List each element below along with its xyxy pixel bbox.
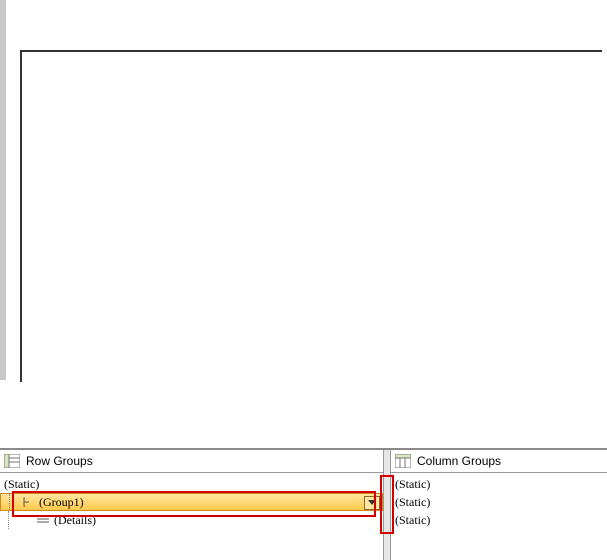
column-group-static-2[interactable]: (Static) <box>391 493 607 511</box>
groups-pane: Row Groups (Static) (Group1) (Details) <box>0 448 607 560</box>
row-groups-panel: Row Groups (Static) (Group1) (Details) <box>0 450 383 560</box>
vertical-ruler-gutter-inner <box>6 0 14 380</box>
report-body <box>20 50 602 382</box>
column-groups-panel: Column Groups (Static) (Static) (Static) <box>391 450 607 560</box>
column-group-static-1[interactable]: (Static) <box>391 475 607 493</box>
row-group-group1[interactable]: (Group1) <box>0 493 383 511</box>
column-groups-icon <box>395 454 411 468</box>
row-group-static[interactable]: (Static) <box>0 475 383 493</box>
row-groups-label: Row Groups <box>26 454 93 468</box>
details-rows-icon <box>36 514 50 526</box>
column-group-static-3[interactable]: (Static) <box>391 511 607 529</box>
groups-pane-splitter[interactable] <box>383 450 391 560</box>
column-groups-label: Column Groups <box>417 454 501 468</box>
row-groups-icon <box>4 454 20 468</box>
group-bracket-icon <box>21 496 35 508</box>
row-group-details[interactable]: (Details) <box>0 511 383 529</box>
group-dropdown-button[interactable] <box>364 496 380 510</box>
